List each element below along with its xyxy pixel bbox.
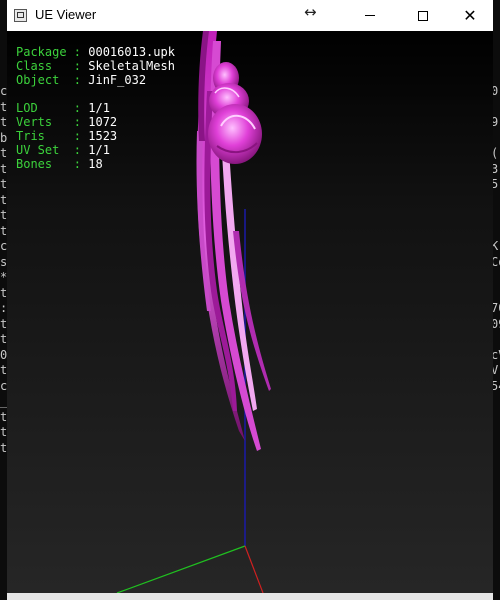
title-bar[interactable]: UE Viewer ↔ ✕: [7, 0, 493, 31]
mesh-info-value: 18: [88, 157, 103, 171]
mesh-info-row-bones: Bones : 18: [16, 157, 175, 171]
mesh-info-group-stats: LOD : 1/1 Verts : 1072 Tris : 1523 UV Set :…: [16, 101, 175, 171]
window-bottom-border: [7, 593, 493, 600]
mesh-info-value: 1072: [88, 115, 118, 129]
mesh-info-group-package: Package : 00016013.upk Class : SkeletalMe…: [16, 45, 175, 87]
mesh-info-label: Bones :: [16, 157, 89, 171]
minimize-button[interactable]: [347, 0, 393, 31]
mesh-info-gap: [16, 87, 175, 101]
mesh-info-value: 1/1: [88, 143, 110, 157]
close-icon: ✕: [463, 6, 477, 25]
axis-x-green: [116, 545, 246, 593]
maximize-button[interactable]: [400, 0, 446, 31]
axis-y-red: [244, 545, 264, 593]
mesh-info-row-uv-set: UV Set : 1/1: [16, 143, 175, 157]
ue-viewer-window: UE Viewer ↔ ✕ Package: 00016013.upk Cla…: [0, 0, 500, 600]
maximize-icon: [418, 10, 428, 21]
mesh-info-row-object: Object : JinF_032: [16, 73, 175, 87]
close-button[interactable]: ✕: [447, 0, 493, 31]
mesh-info-label: Object :: [16, 73, 89, 87]
mesh-info-value: 00016013.upk: [88, 45, 175, 59]
mesh-info-label: Tris :: [16, 129, 89, 143]
mesh-info-value: JinF_032: [88, 73, 147, 87]
mesh-info-label: LOD :: [16, 101, 89, 115]
mesh-info-row-lod: LOD : 1/1: [16, 101, 175, 115]
app-icon: [14, 9, 27, 22]
mesh-info-row-package: Package : 00016013.upk: [16, 45, 175, 59]
mesh-info-value: SkeletalMesh: [88, 59, 175, 73]
mesh-info-row-class: Class : SkeletalMesh: [16, 59, 175, 73]
mesh-info-label: Package :: [16, 45, 89, 59]
mesh-info-row-tris: Tris : 1523: [16, 129, 175, 143]
3d-viewport[interactable]: Package : 00016013.upk Class : SkeletalMe…: [7, 31, 493, 593]
minimize-icon: [365, 15, 375, 16]
mesh-info-row-verts: Verts : 1072: [16, 115, 175, 129]
window-title: UE Viewer: [35, 7, 97, 22]
resize-cursor-icon: ↔: [304, 3, 317, 21]
mesh-info-label: Verts :: [16, 115, 89, 129]
mesh-info-label: Class :: [16, 59, 89, 73]
mesh-info-value: 1/1: [88, 101, 110, 115]
hair-bun: [208, 62, 262, 164]
mesh-info-value: 1523: [88, 129, 118, 143]
mesh-info-panel: Package : 00016013.upk Class : SkeletalMe…: [16, 45, 175, 171]
mesh-info-label: UV Set :: [16, 143, 89, 157]
